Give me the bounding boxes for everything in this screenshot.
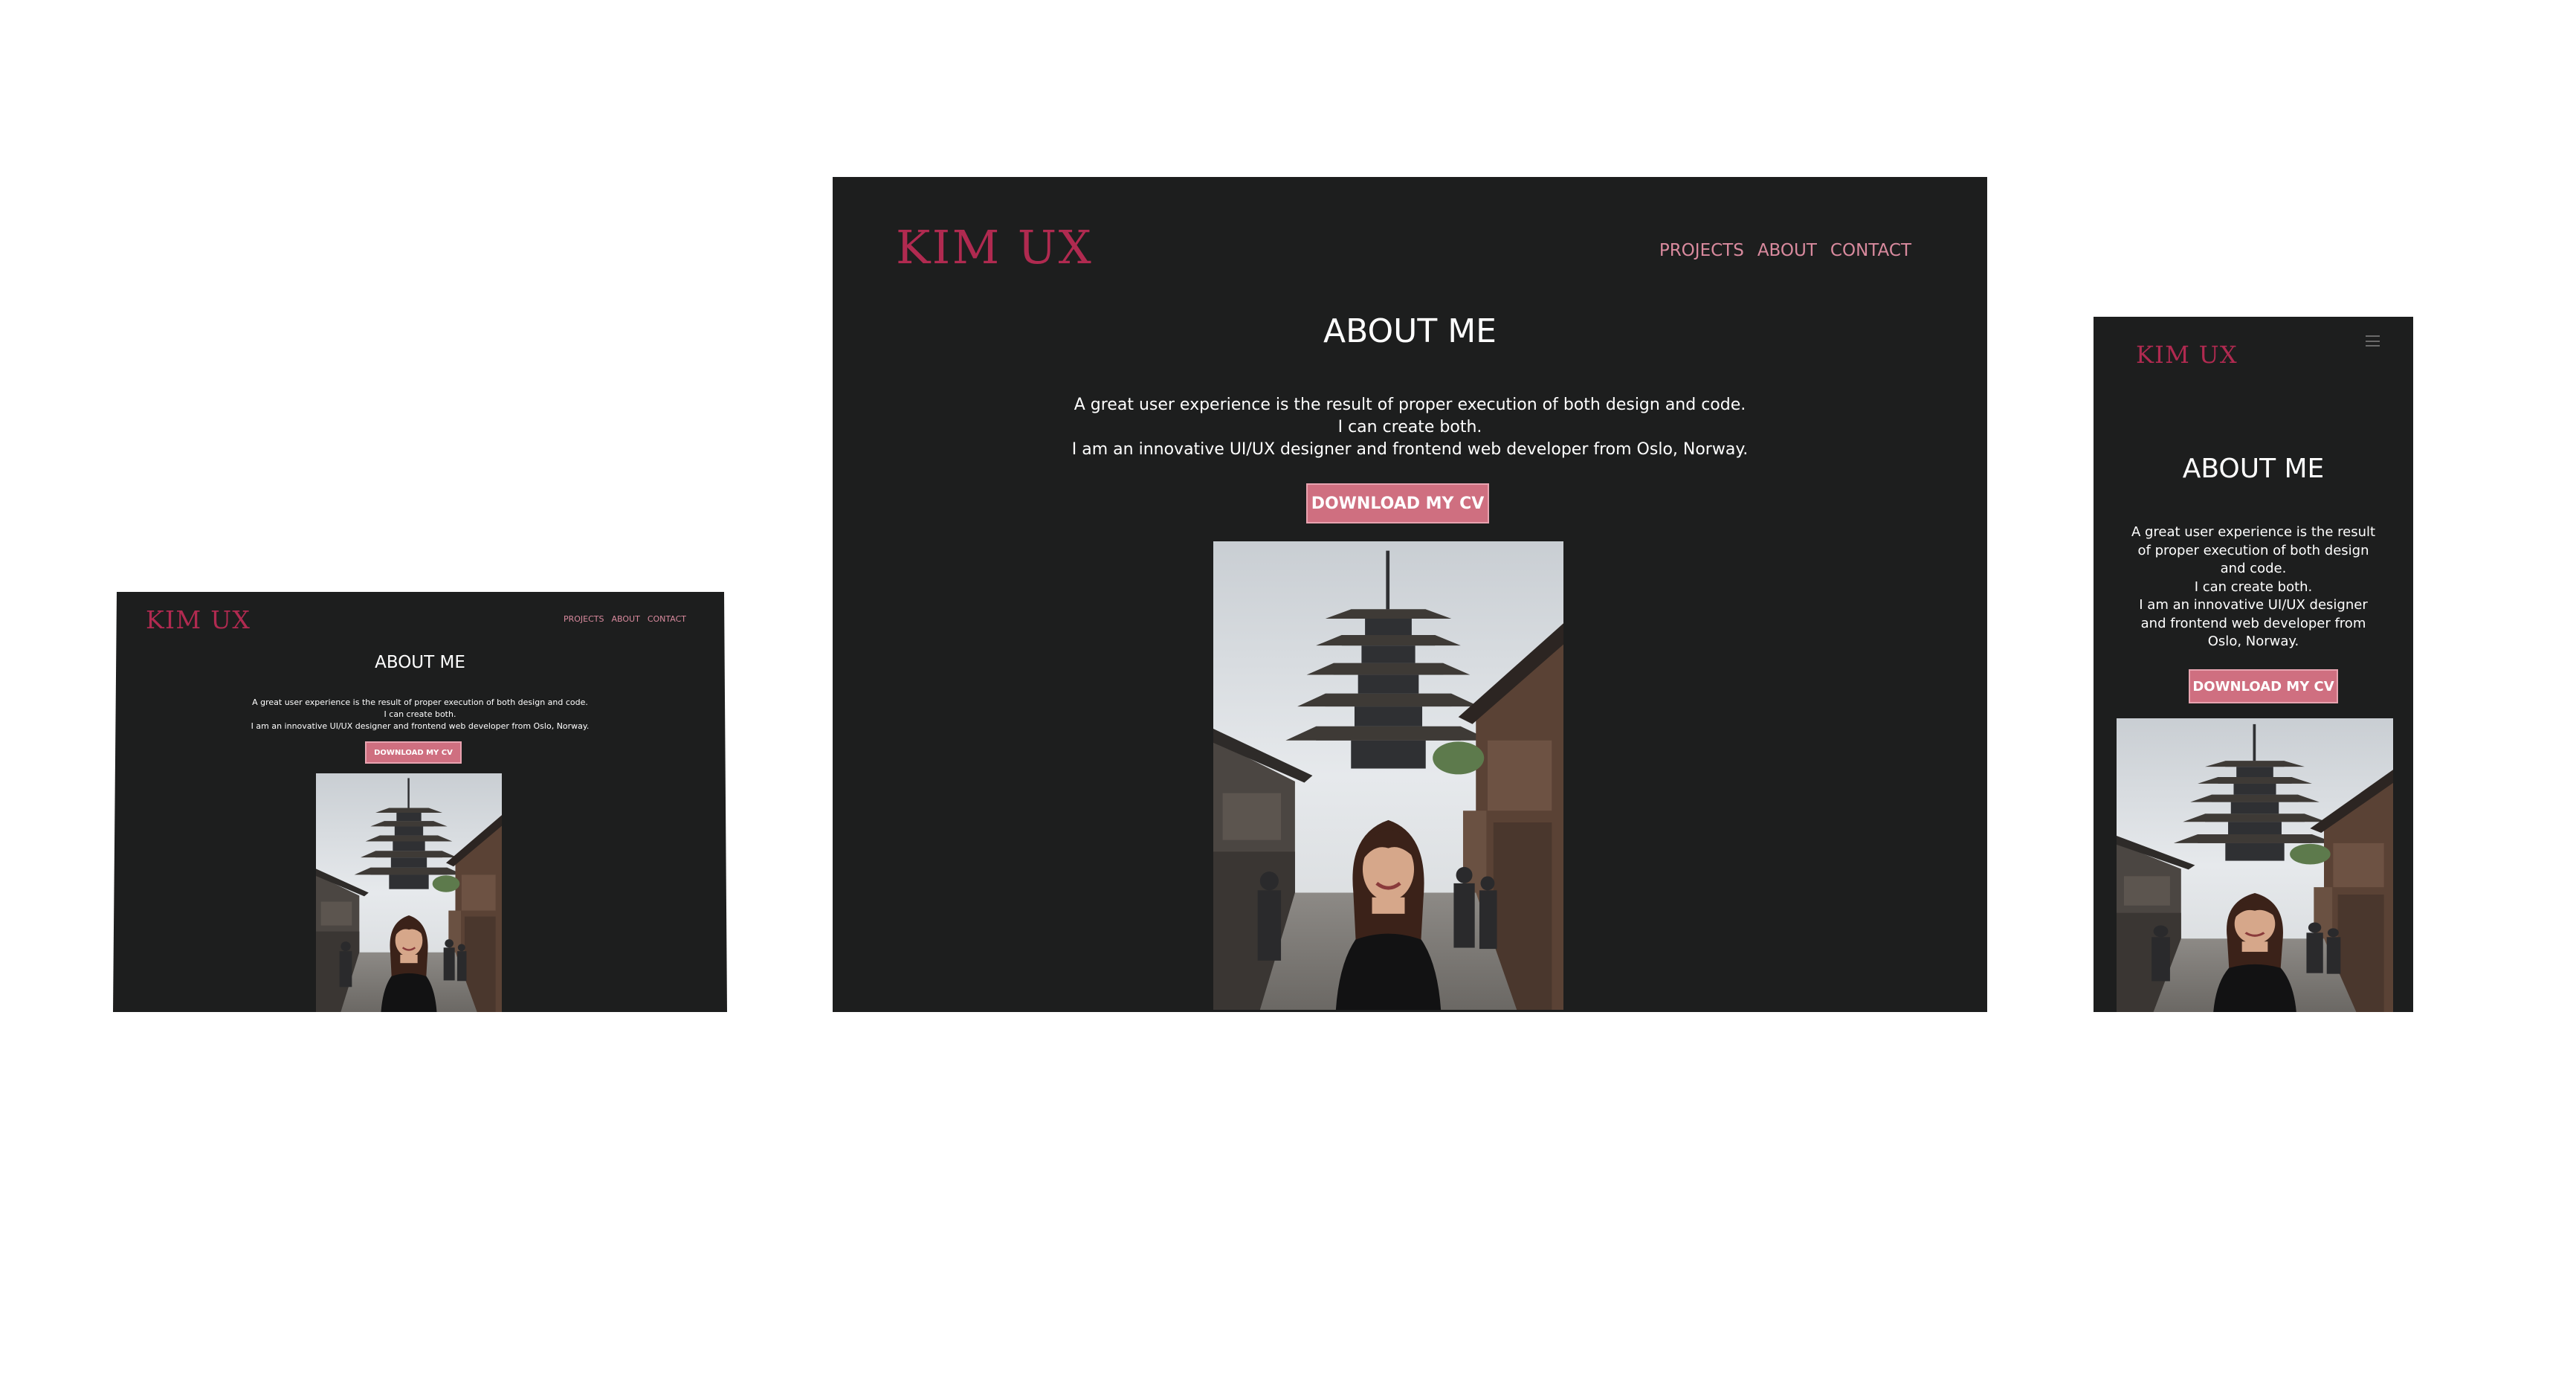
profile-photo [1213,541,1563,1010]
nav-contact[interactable]: CONTACT [648,614,686,624]
intro-text: A great user experience is the result of… [113,697,727,732]
intro-line: I am an innovative UI/UX designer [2139,597,2368,613]
nav-projects[interactable]: PROJECTS [564,614,604,624]
intro-line: A great user experience is the result of… [1074,396,1746,414]
main-nav: PROJECTS ABOUT CONTACT [1659,241,1911,260]
site-logo[interactable]: KIM UX [896,220,1093,274]
menu-line [2366,340,2380,342]
page-title: ABOUT ME [2182,454,2325,484]
page-title: ABOUT ME [1323,312,1497,350]
nav-about[interactable]: ABOUT [612,614,640,624]
intro-line: I can create both. [384,709,456,719]
profile-photo [2117,718,2393,1012]
intro-line: I can create both. [2194,579,2313,595]
menu-line [2366,335,2380,337]
site-logo[interactable]: KIM UX [2136,341,2238,369]
download-cv-button[interactable]: DOWNLOAD MY CV [365,741,462,764]
desktop-mockup: KIM UX PROJECTS ABOUT CONTACT ABOUT ME A… [833,177,1987,1012]
intro-line: I can create both. [1337,418,1482,436]
laptop-mockup: KIM UX PROJECTS ABOUT CONTACT ABOUT ME A… [113,592,727,1012]
nav-projects[interactable]: PROJECTS [1659,241,1744,260]
nav-contact[interactable]: CONTACT [1830,241,1911,260]
profile-photo [316,773,502,1012]
intro-text: A great user experience is the result of… [833,394,1987,461]
page-title: ABOUT ME [375,653,465,672]
intro-line: and frontend web developer from [2140,615,2366,631]
intro-line: of proper execution of both design [2137,542,2369,558]
hamburger-menu-icon[interactable] [2366,335,2380,347]
nav-about[interactable]: ABOUT [1757,241,1817,260]
intro-line: and code. [2220,561,2287,576]
download-cv-button[interactable]: DOWNLOAD MY CV [2189,669,2338,703]
mobile-mockup: KIM UX ABOUT ME A great user experience … [2094,317,2413,1012]
intro-line: I am an innovative UI/UX designer and fr… [1071,440,1749,459]
intro-line: A great user experience is the result of… [252,697,588,707]
download-cv-button[interactable]: DOWNLOAD MY CV [1306,483,1489,523]
site-logo[interactable]: KIM UX [146,605,251,634]
intro-line: Oslo, Norway. [2207,634,2299,649]
main-nav: PROJECTS ABOUT CONTACT [564,614,686,624]
intro-line: A great user experience is the result [2131,524,2376,540]
intro-line: I am an innovative UI/UX designer and fr… [251,721,590,731]
intro-text: A great user experience is the result of… [2108,523,2398,651]
menu-line [2366,345,2380,347]
